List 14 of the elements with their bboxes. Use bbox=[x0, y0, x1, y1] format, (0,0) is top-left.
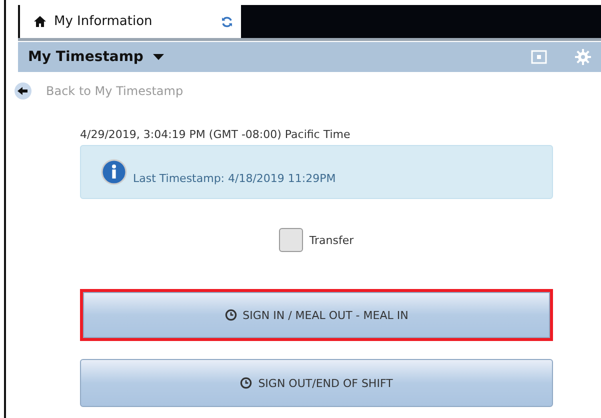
home-icon bbox=[34, 16, 46, 27]
refresh-icon[interactable] bbox=[221, 16, 233, 28]
timestamp-button[interactable]: SIGN IN / MEAL OUT - MEAL IN bbox=[80, 289, 553, 341]
header-title[interactable]: My Timestamp bbox=[28, 49, 144, 65]
caret-icon[interactable] bbox=[153, 54, 164, 60]
current-datetime: 4/29/2019, 3:04:19 PM (GMT -08:00) Pacific Time bbox=[80, 128, 352, 141]
timestamp-button[interactable]: SIGN OUT/END OF SHIFT bbox=[80, 359, 553, 407]
transfer-label: Transfer bbox=[309, 234, 354, 246]
last-timestamp: Last Timestamp: 4/18/2019 11:29PM bbox=[133, 172, 336, 184]
info-icon bbox=[101, 159, 127, 185]
tab-label: My Information bbox=[54, 14, 154, 29]
transfer-checkbox[interactable] bbox=[279, 228, 304, 252]
clock-icon bbox=[224, 309, 237, 321]
clock-icon bbox=[240, 377, 252, 389]
